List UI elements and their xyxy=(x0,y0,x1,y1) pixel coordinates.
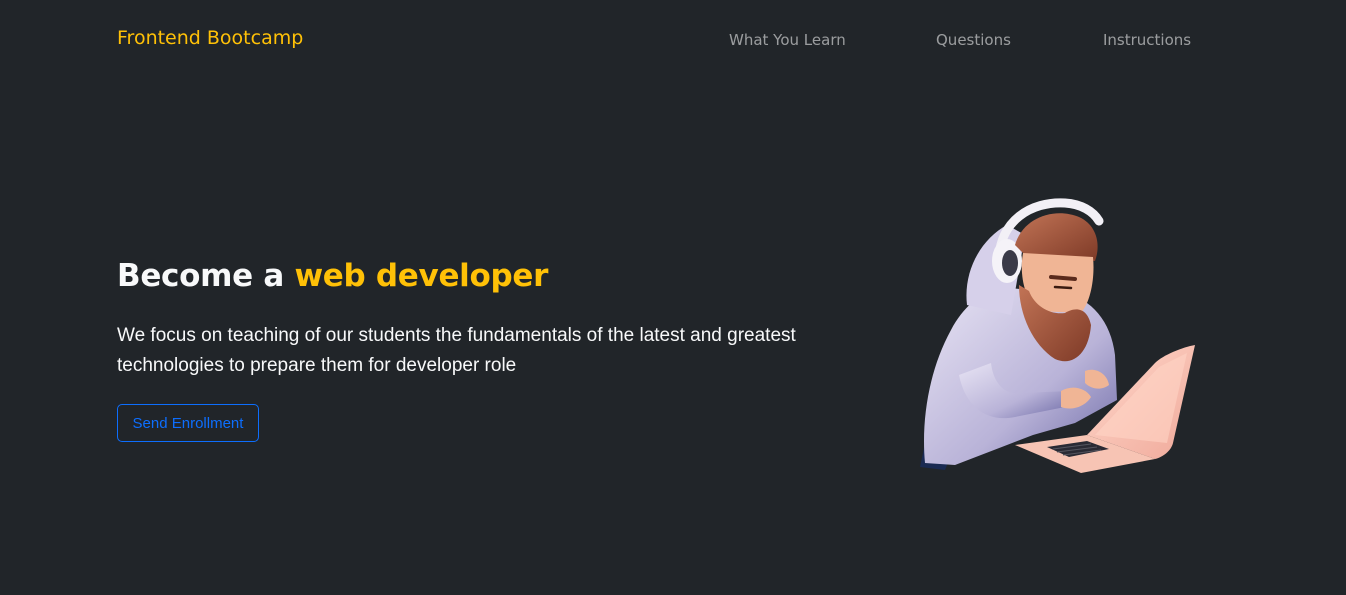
hero-title-prefix: Become a xyxy=(117,258,295,294)
send-enrollment-button[interactable]: Send Enrollment xyxy=(117,404,259,442)
brand-logo-link[interactable]: Frontend Bootcamp xyxy=(117,27,303,49)
developer-illustration-icon xyxy=(920,198,1195,473)
nav-link-questions[interactable]: Questions xyxy=(936,31,1011,49)
nav-link-what-you-learn[interactable]: What You Learn xyxy=(729,31,846,49)
hero-lead-text: We focus on teaching of our students the… xyxy=(117,325,796,376)
nav-link-instructions[interactable]: Instructions xyxy=(1103,31,1191,49)
hero-title: Become a web developer xyxy=(117,258,548,294)
hero-title-accent: web developer xyxy=(294,258,549,294)
navbar: Frontend Bootcamp What You Learn Questio… xyxy=(0,0,1346,80)
